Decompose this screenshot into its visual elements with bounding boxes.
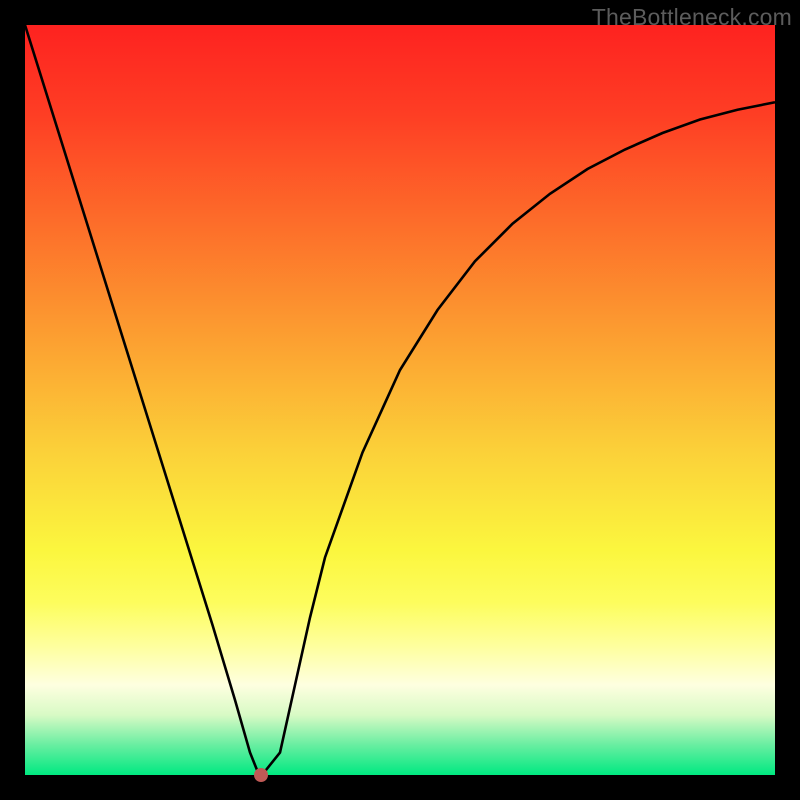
optimal-point-marker — [254, 768, 268, 782]
plot-area — [25, 25, 775, 775]
chart-frame: TheBottleneck.com — [0, 0, 800, 800]
bottleneck-curve — [25, 25, 775, 775]
watermark-text: TheBottleneck.com — [592, 4, 792, 31]
